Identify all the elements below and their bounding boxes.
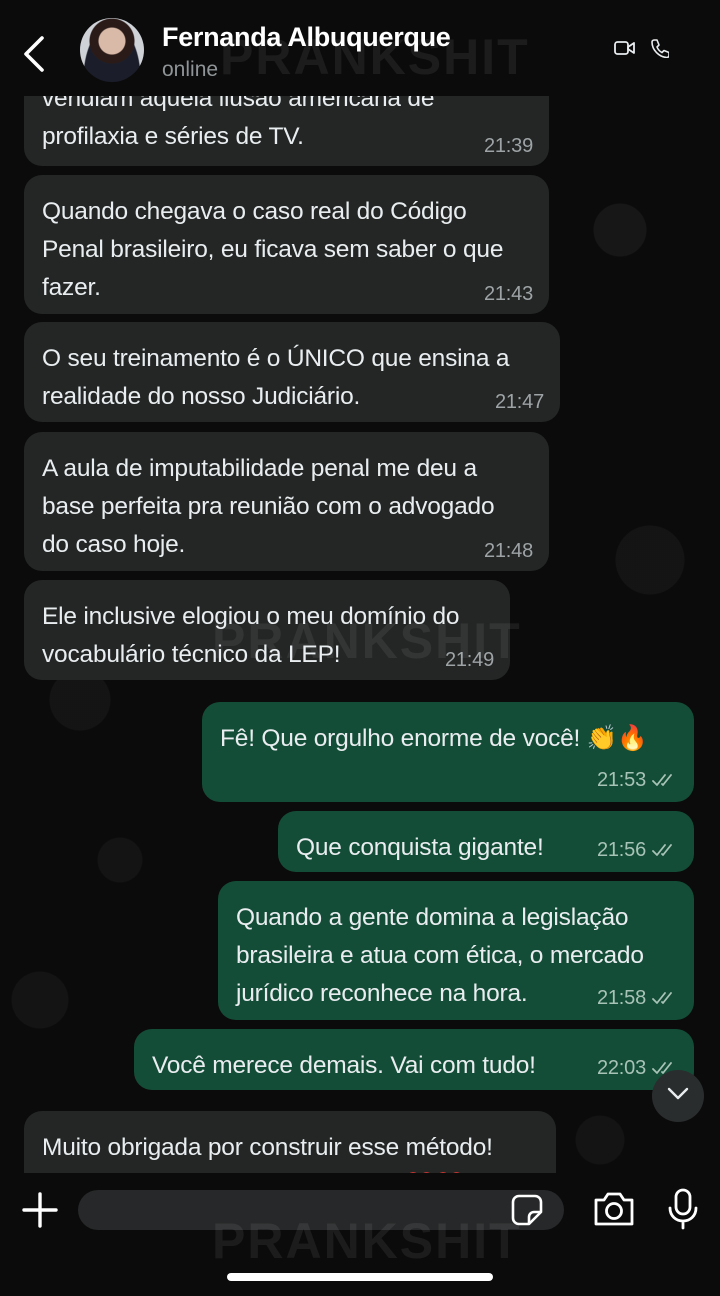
message-bubble-incoming[interactable]: O seu treinamento é o ÚNICO que ensina a… <box>24 322 560 422</box>
message-time: 21:49 <box>444 649 494 671</box>
message-meta: 21:56 <box>597 838 678 864</box>
message-meta: 21:53 <box>597 768 678 794</box>
message-time: 21:39 <box>483 135 533 157</box>
voice-call-button[interactable] <box>651 38 670 63</box>
message-text: Quando chegava o caso real do Código Pen… <box>42 198 504 301</box>
voice-message-button[interactable] <box>666 1187 700 1236</box>
chat-header: Fernanda Albuquerque online <box>0 0 720 96</box>
attach-button[interactable] <box>20 1190 60 1235</box>
avatar[interactable] <box>80 18 144 82</box>
back-button[interactable] <box>20 34 50 74</box>
message-meta: 21:58 <box>597 986 678 1012</box>
sticker-button[interactable] <box>510 1193 544 1232</box>
message-time: 21:53 <box>596 769 646 791</box>
phone-icon <box>651 39 670 62</box>
message-bubble-incoming[interactable]: Ele inclusive elogiou o meu domínio do v… <box>24 580 510 680</box>
message-bubble-outgoing[interactable]: Você merece demais. Vai com tudo! 22:03 <box>134 1029 694 1090</box>
video-call-button[interactable] <box>614 40 636 61</box>
scroll-to-bottom-button[interactable] <box>652 1070 704 1122</box>
chevron-left-icon <box>20 36 50 78</box>
video-call-icon <box>614 41 636 60</box>
message-text: A aula de imputabilidade penal me deu a … <box>42 455 495 558</box>
plus-icon <box>20 1192 60 1234</box>
message-bubble-incoming[interactable]: A aula de imputabilidade penal me deu a … <box>24 432 549 571</box>
sticker-icon <box>510 1194 544 1231</box>
message-text: Fê! Que orgulho enorme de você! 👏🔥 <box>220 725 648 752</box>
message-bubble-outgoing[interactable]: Que conquista gigante! 21:56 <box>278 811 694 872</box>
home-indicator[interactable] <box>227 1273 493 1281</box>
message-time: 21:47 <box>494 391 544 413</box>
message-bubble-outgoing[interactable]: Quando a gente domina a legislação brasi… <box>218 881 694 1020</box>
camera-icon <box>592 1192 636 1233</box>
message-text: O seu treinamento é o ÚNICO que ensina a… <box>42 345 510 410</box>
double-check-icon <box>652 840 678 864</box>
message-input[interactable] <box>78 1190 564 1230</box>
camera-button[interactable] <box>592 1189 636 1234</box>
message-bubble-incoming[interactable]: Quando chegava o caso real do Código Pen… <box>24 175 549 314</box>
message-time: 21:58 <box>596 987 646 1009</box>
contact-name[interactable]: Fernanda Albuquerque <box>162 22 451 53</box>
double-check-icon <box>652 988 678 1012</box>
message-time: 21:43 <box>483 283 533 305</box>
message-time: 21:56 <box>596 839 646 861</box>
double-check-icon <box>652 770 678 794</box>
contact-status: online <box>162 58 219 81</box>
message-time: 21:48 <box>483 540 533 562</box>
message-time: 22:03 <box>596 1057 646 1079</box>
message-bubble-outgoing[interactable]: Fê! Que orgulho enorme de você! 👏🔥 21:53 <box>202 702 694 802</box>
message-composer <box>0 1173 720 1296</box>
chat-area[interactable]: vendiam aquela ilusão americana de profi… <box>0 0 720 1296</box>
chevron-down-icon <box>667 1087 689 1106</box>
microphone-icon <box>666 1188 700 1235</box>
message-text: Ele inclusive elogiou o meu domínio do v… <box>42 603 460 668</box>
